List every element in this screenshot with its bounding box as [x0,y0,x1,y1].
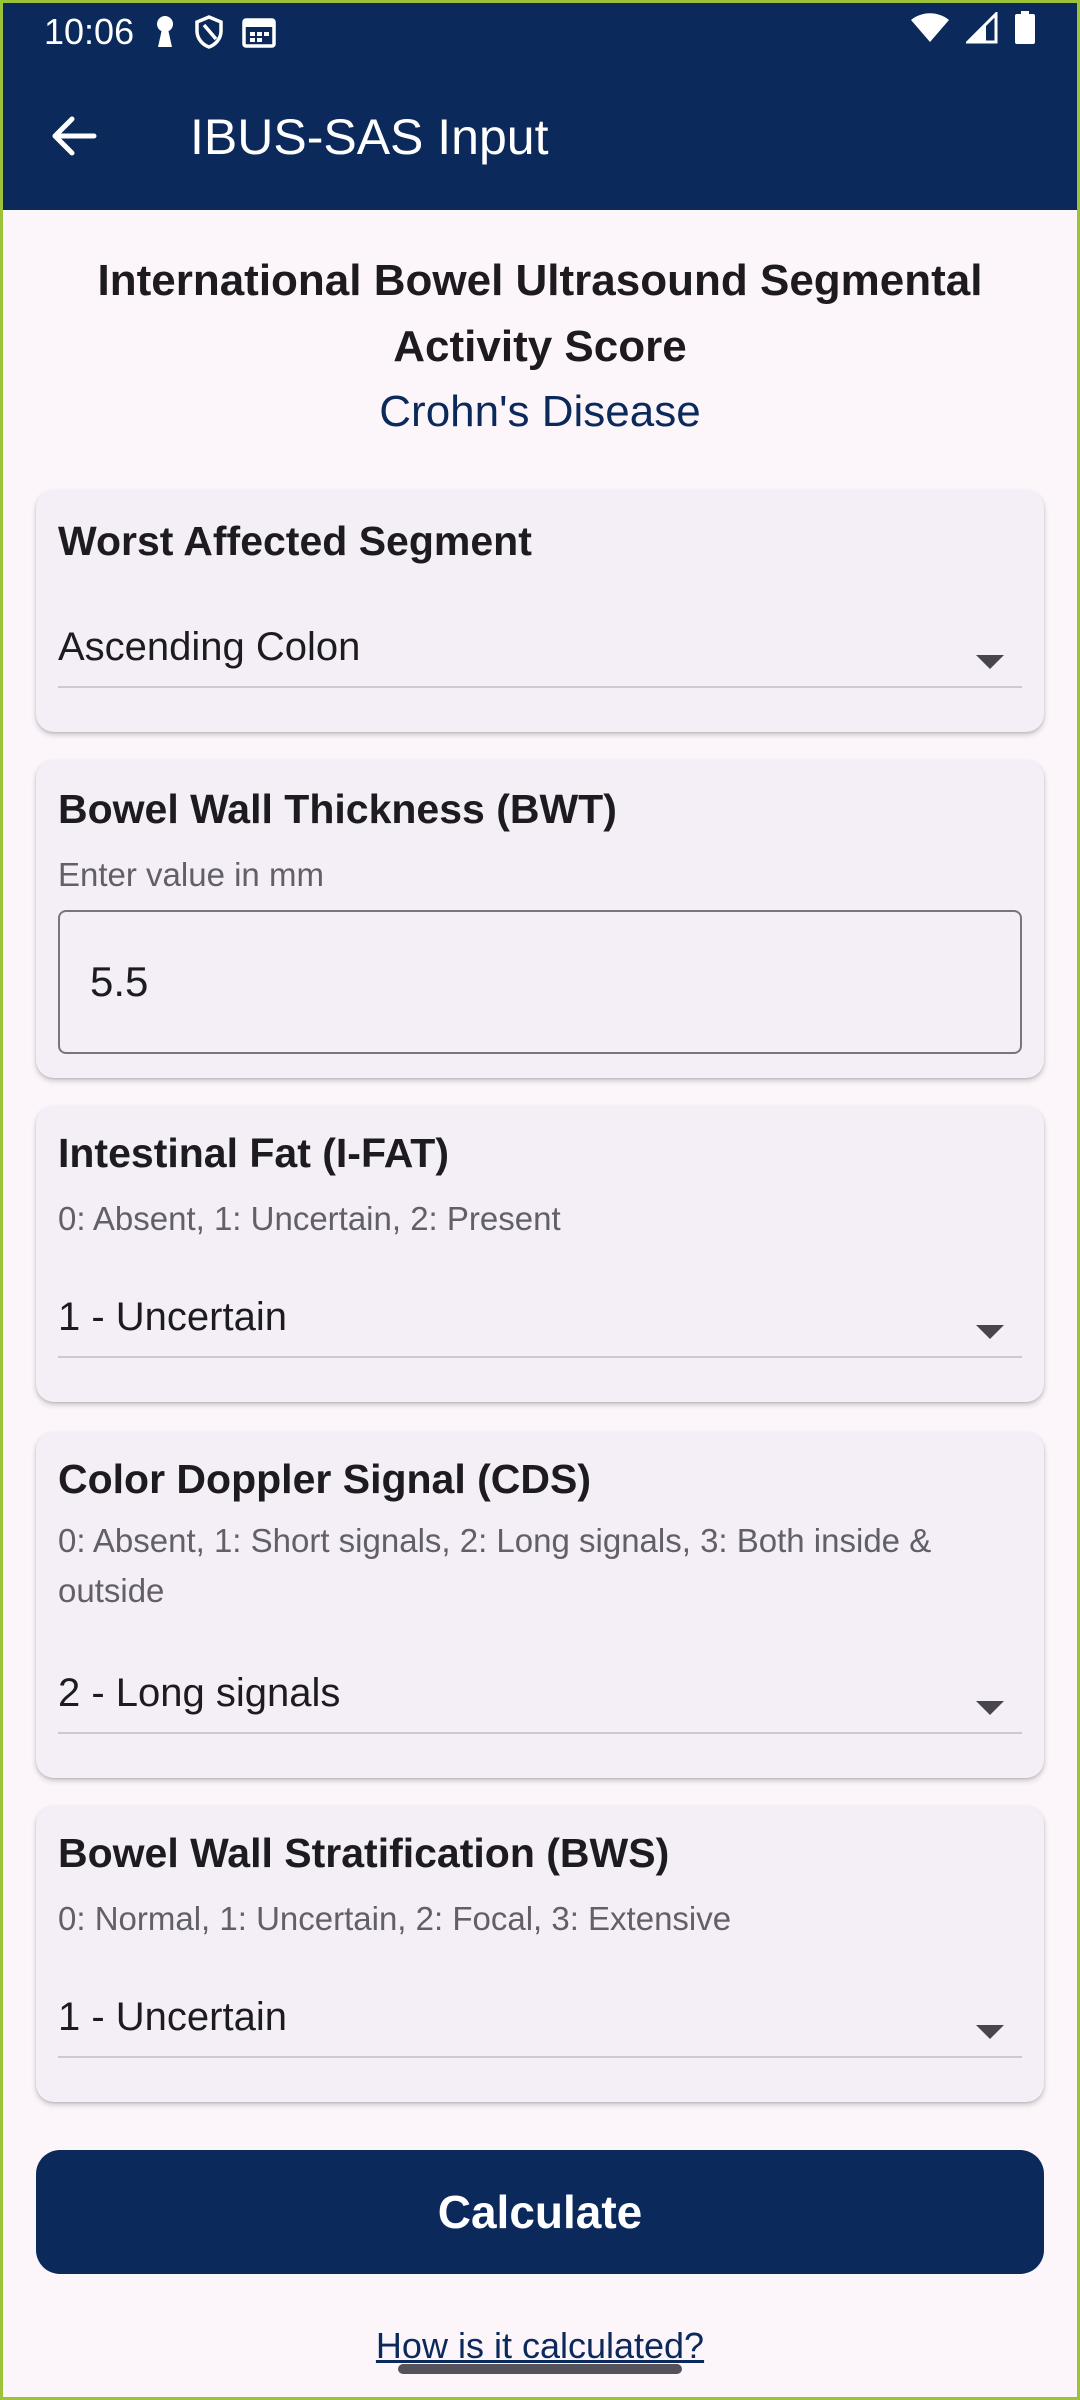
caret-down-icon [976,1682,1004,1715]
bws-value: 1 - Uncertain [58,1994,287,2039]
ifat-dropdown[interactable]: 1 - Uncertain [58,1278,1022,1358]
segment-label: Worst Affected Segment [58,518,532,564]
bwt-input[interactable]: 5.5 [58,910,1022,1054]
caret-down-icon [976,1306,1004,1339]
ifat-label: Intestinal Fat (I-FAT) [58,1130,450,1176]
caret-down-icon [976,2006,1004,2039]
toolbar: IBUS-SAS Input [0,80,1080,192]
calculate-label: Calculate [437,2186,643,2238]
bwt-value: 5.5 [90,958,149,1005]
bwt-hint: Enter value in mm [58,856,324,893]
status-bar: 10:06 [0,0,1080,64]
ifat-card: Intestinal Fat (I-FAT) 0: Absent, 1: Unc… [36,1106,1044,1402]
keyhole-icon [154,15,176,49]
segment-value: Ascending Colon [58,624,361,669]
cds-card: Color Doppler Signal (CDS) 0: Absent, 1:… [36,1432,1044,1778]
ifat-hint: 0: Absent, 1: Uncertain, 2: Present [58,1200,561,1237]
page-subtitle: Crohn's Disease [379,387,701,436]
cds-label: Color Doppler Signal (CDS) [58,1456,591,1502]
arrow-left-icon[interactable] [48,110,100,162]
app-title: IBUS-SAS Input [190,109,549,165]
segment-dropdown[interactable]: Ascending Colon [58,608,1022,688]
app-bar: 10:06 IBUS-SAS Input [0,0,1080,210]
shield-icon [194,15,224,49]
cds-dropdown[interactable]: 2 - Long signals [58,1654,1022,1734]
wifi-icon [910,11,950,53]
caret-down-icon [976,636,1004,669]
segment-card: Worst Affected Segment Ascending Colon [36,490,1044,732]
bws-dropdown[interactable]: 1 - Uncertain [58,1978,1022,2058]
battery-icon [1014,10,1036,54]
ifat-value: 1 - Uncertain [58,1294,287,1339]
page-title: International Bowel Ultrasound Segmental… [97,256,983,371]
home-indicator[interactable] [398,2364,682,2374]
bws-label: Bowel Wall Stratification (BWS) [58,1830,670,1876]
status-time: 10:06 [44,11,135,52]
cds-value: 2 - Long signals [58,1670,341,1715]
cds-hint: 0: Absent, 1: Short signals, 2: Long sig… [58,1522,932,1609]
calendar-icon [242,16,276,48]
bws-card: Bowel Wall Stratification (BWS) 0: Norma… [36,1806,1044,2102]
calculate-button[interactable]: Calculate [36,2150,1044,2274]
signal-icon [964,10,998,53]
bwt-label: Bowel Wall Thickness (BWT) [58,786,617,832]
page-header: International Bowel Ultrasound Segmental… [0,248,1080,448]
bwt-card: Bowel Wall Thickness (BWT) Enter value i… [36,760,1044,1078]
bws-hint: 0: Normal, 1: Uncertain, 2: Focal, 3: Ex… [58,1900,732,1937]
how-calculated-link[interactable]: How is it calculated? [0,2325,1080,2367]
